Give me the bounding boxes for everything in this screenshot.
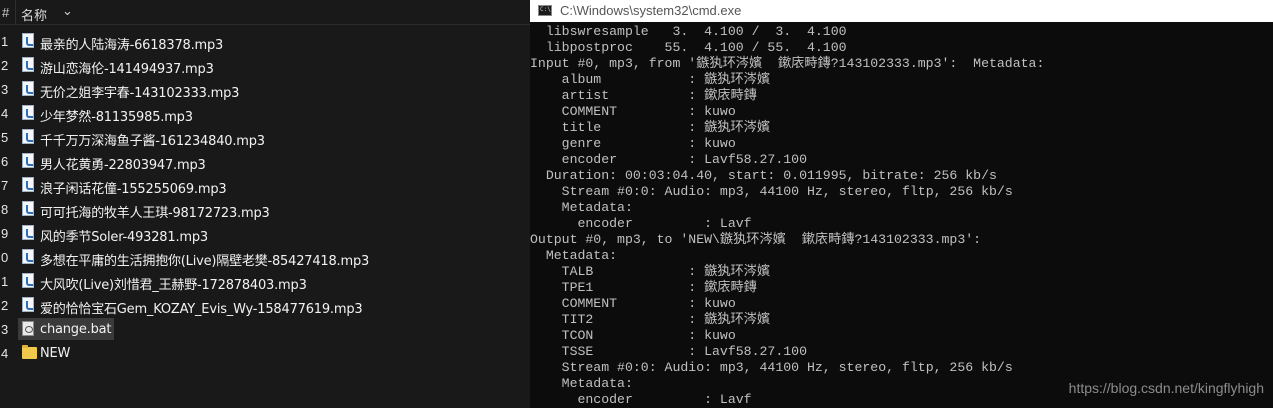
audio-file-icon: [22, 81, 34, 96]
file-name[interactable]: 大风吹(Live)刘惜君_王赫野-172878403.mp3: [40, 274, 307, 293]
row-index: 2: [1, 298, 9, 313]
console-line: artist : 鏉庡畤鏄: [530, 88, 757, 103]
console-line: Metadata:: [530, 200, 633, 215]
batch-file-icon: [22, 321, 34, 336]
file-row[interactable]: 3 change.bat: [0, 317, 530, 341]
console-line: Input #0, mp3, from '鏃犱环涔嬪 鏉庡畤鏄?14310233…: [530, 56, 1045, 71]
audio-file-icon: [22, 105, 34, 120]
header-index: #: [2, 5, 10, 20]
file-row[interactable]: 5 千千万万深海鱼子酱-161234840.mp3: [0, 125, 530, 149]
console-line: Duration: 00:03:04.40, start: 0.011995, …: [530, 168, 997, 183]
file-name[interactable]: NEW: [40, 346, 70, 361]
row-index: 5: [1, 130, 9, 145]
audio-file-icon: [22, 249, 34, 264]
folder-icon: [22, 345, 37, 359]
row-index: 1: [1, 274, 9, 289]
file-name[interactable]: 爱的恰恰宝石Gem_KOZAY_Evis_Wy-158477619.mp3: [40, 298, 363, 317]
console-line: title : 鏃犱环涔嬪: [530, 120, 771, 135]
file-name[interactable]: 无价之姐李宇春-143102333.mp3: [40, 82, 239, 101]
file-name[interactable]: 少年梦然-81135985.mp3: [40, 106, 193, 125]
row-index: 0: [1, 250, 9, 265]
file-row[interactable]: 9 风的季节Soler-493281.mp3: [0, 221, 530, 245]
file-row[interactable]: 4 NEW: [0, 341, 530, 365]
file-name[interactable]: 男人花黄勇-22803947.mp3: [40, 154, 206, 173]
row-index: 1: [1, 34, 9, 49]
column-header: # 名称 ⌄: [0, 0, 530, 25]
header-divider: [15, 0, 16, 24]
audio-file-icon: [22, 57, 34, 72]
audio-file-icon: [22, 297, 34, 312]
console-line: libswresample 3. 4.100 / 3. 4.100: [530, 24, 847, 39]
watermark-text: https://blog.csdn.net/kingflyhigh: [1068, 380, 1264, 396]
file-row[interactable]: 2 爱的恰恰宝石Gem_KOZAY_Evis_Wy-158477619.mp3: [0, 293, 530, 317]
console-output[interactable]: libswresample 3. 4.100 / 3. 4.100 libpos…: [530, 24, 1273, 408]
console-line: TIT2 : 鏃犱环涔嬪: [530, 312, 771, 327]
audio-file-icon: [22, 273, 34, 288]
file-name[interactable]: 最亲的人陆海涛-6618378.mp3: [40, 34, 223, 53]
row-index: 3: [1, 322, 9, 337]
row-index: 7: [1, 178, 9, 193]
file-explorer-pane: # 名称 ⌄ 1 最亲的人陆海涛-6618378.mp3 2 游山恋海伦-141494…: [0, 0, 530, 408]
row-index: 4: [1, 106, 9, 121]
console-line: Stream #0:0: Audio: mp3, 44100 Hz, stere…: [530, 360, 1013, 375]
console-line: encoder : Lavf: [530, 392, 752, 407]
file-row[interactable]: 8 可可托海的牧羊人王琪-98172723.mp3: [0, 197, 530, 221]
console-line: Output #0, mp3, to 'NEW\鏃犱环涔嬪 鏉庡畤鏄?14310…: [530, 232, 982, 247]
audio-file-icon: [22, 225, 34, 240]
console-line: COMMENT : kuwo: [530, 104, 736, 119]
row-index: 8: [1, 202, 9, 217]
file-row[interactable]: 1 最亲的人陆海涛-6618378.mp3: [0, 29, 530, 53]
file-name[interactable]: 千千万万深海鱼子酱-161234840.mp3: [40, 130, 265, 149]
file-name[interactable]: 多想在平庸的生活拥抱你(Live)隔壁老樊-85427418.mp3: [40, 250, 369, 269]
row-index: 4: [1, 346, 9, 361]
file-row[interactable]: 3 无价之姐李宇春-143102333.mp3: [0, 77, 530, 101]
file-row[interactable]: 0 多想在平庸的生活拥抱你(Live)隔壁老樊-85427418.mp3: [0, 245, 530, 269]
audio-file-icon: [22, 177, 34, 192]
file-name[interactable]: 风的季节Soler-493281.mp3: [40, 226, 208, 245]
cmd-title-bar[interactable]: C:\Windows\system32\cmd.exe: [530, 0, 1273, 22]
console-line: TALB : 鏃犱环涔嬪: [530, 264, 771, 279]
console-line: Metadata:: [530, 248, 618, 263]
audio-file-icon: [22, 33, 34, 48]
cmd-icon: [538, 5, 552, 16]
cmd-window-title: C:\Windows\system32\cmd.exe: [560, 3, 742, 18]
audio-file-icon: [22, 129, 34, 144]
file-row[interactable]: 6 男人花黄勇-22803947.mp3: [0, 149, 530, 173]
row-index: 3: [1, 82, 9, 97]
console-line: Metadata:: [530, 376, 633, 391]
console-line: libpostproc 55. 4.100 / 55. 4.100: [530, 40, 847, 55]
cmd-window: C:\Windows\system32\cmd.exe libswresampl…: [530, 0, 1273, 408]
audio-file-icon: [22, 201, 34, 216]
console-line: COMMENT : kuwo: [530, 296, 736, 311]
console-line: TSSE : Lavf58.27.100: [530, 344, 807, 359]
row-index: 6: [1, 154, 9, 169]
console-line: Stream #0:0: Audio: mp3, 44100 Hz, stere…: [530, 184, 1013, 199]
file-name[interactable]: change.bat: [40, 322, 111, 337]
row-index: 9: [1, 226, 9, 241]
name-column-header[interactable]: 名称: [21, 5, 47, 24]
audio-file-icon: [22, 153, 34, 168]
file-row[interactable]: 7 浪子闲话花僮-155255069.mp3: [0, 173, 530, 197]
console-line: encoder : Lavf58.27.100: [530, 152, 807, 167]
chevron-down-icon[interactable]: ⌄: [62, 3, 73, 19]
file-name[interactable]: 可可托海的牧羊人王琪-98172723.mp3: [40, 202, 270, 221]
console-line: TPE1 : 鏉庡畤鏄: [530, 280, 757, 295]
file-name[interactable]: 游山恋海伦-141494937.mp3: [40, 58, 214, 77]
file-row[interactable]: 2 游山恋海伦-141494937.mp3: [0, 53, 530, 77]
file-row[interactable]: 4 少年梦然-81135985.mp3: [0, 101, 530, 125]
file-name[interactable]: 浪子闲话花僮-155255069.mp3: [40, 178, 227, 197]
console-line: album : 鏃犱环涔嬪: [530, 72, 771, 87]
console-line: TCON : kuwo: [530, 328, 736, 343]
row-index: 2: [1, 58, 9, 73]
console-line: genre : kuwo: [530, 136, 736, 151]
console-line: encoder : Lavf: [530, 216, 752, 231]
file-row[interactable]: 1 大风吹(Live)刘惜君_王赫野-172878403.mp3: [0, 269, 530, 293]
